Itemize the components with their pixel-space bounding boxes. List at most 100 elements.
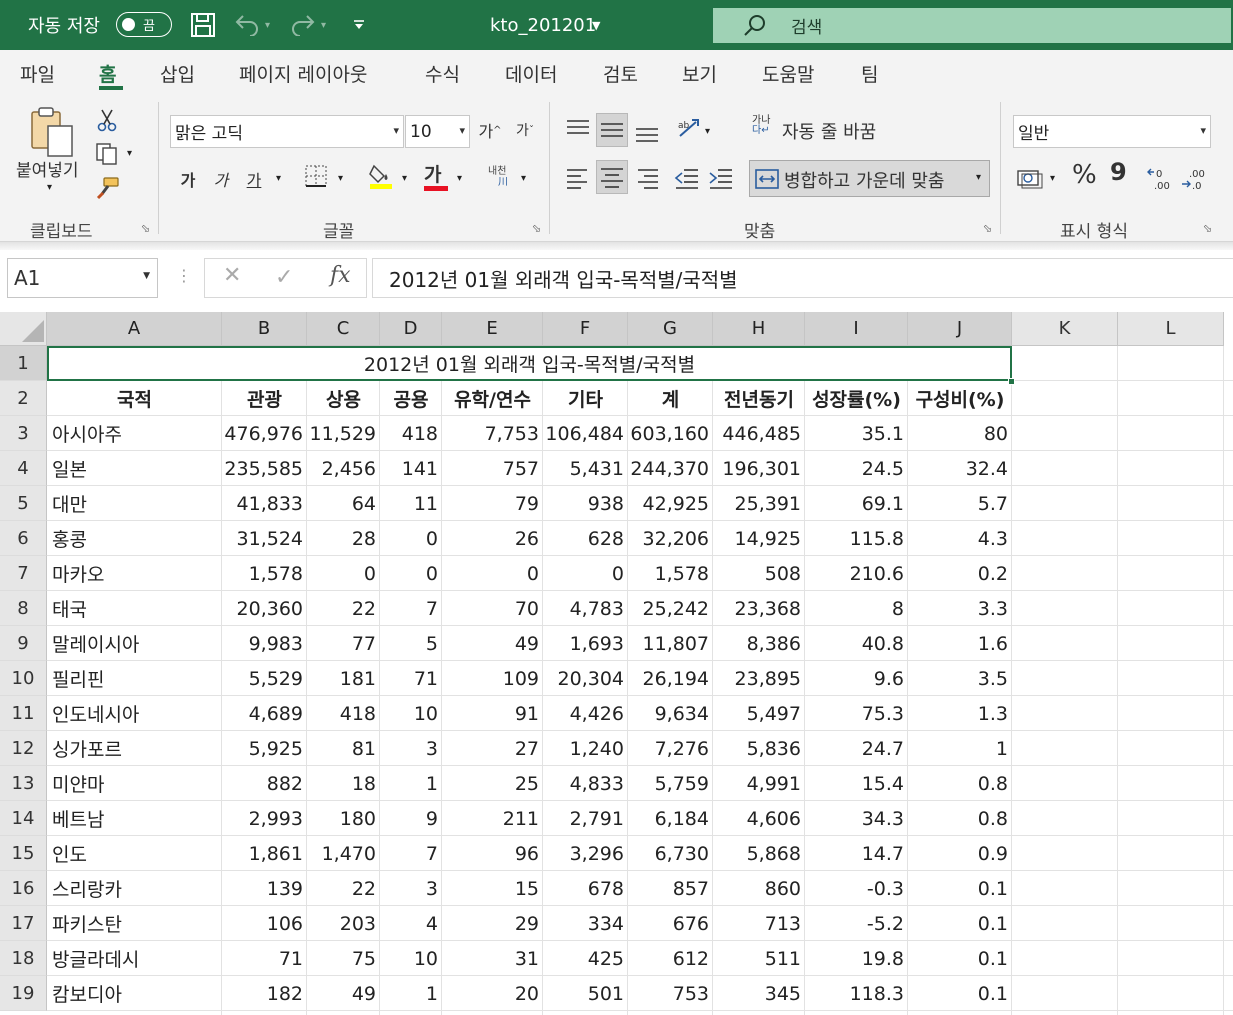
value-cell[interactable]: 11,529 (307, 416, 380, 451)
fill-handle[interactable] (1008, 378, 1015, 385)
value-cell[interactable]: 0.1 (908, 941, 1012, 976)
value-cell[interactable]: 1,693 (543, 626, 628, 661)
copy-icon[interactable] (95, 142, 121, 170)
value-cell[interactable]: 603,160 (628, 416, 713, 451)
value-cell[interactable]: 6,184 (628, 801, 713, 836)
font-color-button[interactable]: 가 (424, 160, 441, 187)
value-cell[interactable]: 0.8 (908, 766, 1012, 801)
value-cell[interactable]: 9,983 (222, 626, 307, 661)
value-cell[interactable]: 511 (713, 941, 805, 976)
wrap-text-icon[interactable]: 가나 다↵ (752, 116, 770, 136)
tab-page-layout[interactable]: 페이지 레이아웃 (239, 60, 367, 87)
value-cell[interactable]: 42,925 (628, 486, 713, 521)
search-box[interactable]: 검색 (713, 8, 1231, 43)
value-cell[interactable]: 1.3 (908, 696, 1012, 731)
value-cell[interactable]: 3,296 (543, 836, 628, 871)
redo-icon[interactable] (290, 0, 316, 50)
country-cell[interactable]: 스리랑카 (47, 871, 222, 906)
value-cell[interactable]: 118.3 (805, 976, 908, 1011)
country-cell[interactable]: 파키스탄 (47, 906, 222, 941)
row-header-13[interactable]: 13 (0, 766, 47, 801)
column-header-d[interactable]: D (380, 312, 442, 346)
phonetic-dropdown-icon[interactable]: ▾ (521, 173, 526, 184)
increase-decimal-icon[interactable]: 0.00 (1146, 166, 1174, 196)
value-cell[interactable]: 4.3 (908, 521, 1012, 556)
value-cell[interactable]: 476,976 (222, 416, 307, 451)
value-cell[interactable]: 4 (380, 906, 442, 941)
value-cell[interactable]: 22 (307, 591, 380, 626)
value-cell[interactable]: 32,206 (628, 521, 713, 556)
header-cell[interactable]: 국적 (47, 381, 222, 416)
value-cell[interactable]: 35.1 (805, 416, 908, 451)
country-cell[interactable]: 방글라데시 (47, 941, 222, 976)
value-cell[interactable]: 10 (380, 696, 442, 731)
country-cell[interactable]: 캄보디아 (47, 976, 222, 1011)
value-cell[interactable]: 77 (307, 626, 380, 661)
tab-help[interactable]: 도움말 (762, 60, 814, 87)
insert-function-icon[interactable]: fx (330, 263, 351, 288)
country-cell[interactable]: 미얀마 (47, 766, 222, 801)
value-cell[interactable]: 3 (380, 871, 442, 906)
value-cell[interactable]: 7,753 (442, 416, 543, 451)
value-cell[interactable]: 8,386 (713, 626, 805, 661)
country-cell[interactable]: 인도네시아 (47, 696, 222, 731)
increase-indent-icon[interactable] (708, 166, 734, 194)
font-color-dropdown-icon[interactable]: ▾ (457, 173, 462, 184)
value-cell[interactable]: 4,426 (543, 696, 628, 731)
value-cell[interactable]: 28 (307, 521, 380, 556)
country-cell[interactable]: 일본 (47, 451, 222, 486)
font-name-combo[interactable]: 맑은 고딕 ▾ (170, 115, 404, 148)
row-header-12[interactable]: 12 (0, 731, 47, 766)
fill-color-icon[interactable] (368, 162, 396, 194)
value-cell[interactable]: 4,833 (543, 766, 628, 801)
value-cell[interactable]: 6,730 (628, 836, 713, 871)
value-cell[interactable]: 753 (628, 976, 713, 1011)
tab-home[interactable]: 홈 (99, 60, 116, 87)
row-header-6[interactable]: 6 (0, 521, 47, 556)
value-cell[interactable]: 24.7 (805, 731, 908, 766)
number-launcher-icon[interactable]: ⬂ (1203, 222, 1212, 235)
column-header-k[interactable]: K (1012, 312, 1118, 346)
country-cell[interactable]: 말레이시아 (47, 626, 222, 661)
value-cell[interactable]: 9.6 (805, 661, 908, 696)
value-cell[interactable]: 4,606 (713, 801, 805, 836)
orientation-icon[interactable]: ab (676, 116, 704, 146)
value-cell[interactable]: 210.6 (805, 556, 908, 591)
header-cell[interactable]: 기타 (543, 381, 628, 416)
row-header-11[interactable]: 11 (0, 696, 47, 731)
row-header-7[interactable]: 7 (0, 556, 47, 591)
value-cell[interactable]: 70 (442, 591, 543, 626)
value-cell[interactable]: 25 (442, 766, 543, 801)
column-header-f[interactable]: F (543, 312, 628, 346)
value-cell[interactable]: 857 (628, 871, 713, 906)
value-cell[interactable]: 244,370 (628, 451, 713, 486)
merge-center-button[interactable]: 병합하고 가운데 맞춤 ▾ (749, 160, 990, 197)
value-cell[interactable]: 1,578 (628, 556, 713, 591)
value-cell[interactable]: 882 (222, 766, 307, 801)
header-cell[interactable]: 공용 (380, 381, 442, 416)
align-middle-icon[interactable] (596, 113, 628, 147)
value-cell[interactable]: 20 (442, 976, 543, 1011)
value-cell[interactable]: 5,431 (543, 451, 628, 486)
value-cell[interactable]: 25,242 (628, 591, 713, 626)
value-cell[interactable]: 64 (307, 486, 380, 521)
value-cell[interactable]: 0.9 (908, 836, 1012, 871)
value-cell[interactable]: 139 (222, 871, 307, 906)
value-cell[interactable]: 71 (380, 661, 442, 696)
value-cell[interactable]: 211 (442, 801, 543, 836)
formula-input[interactable]: 2012년 01월 외래객 입국-목적별/국적별 (372, 258, 1233, 298)
value-cell[interactable]: 22 (307, 871, 380, 906)
value-cell[interactable]: 235,585 (222, 451, 307, 486)
value-cell[interactable]: 31 (442, 941, 543, 976)
font-launcher-icon[interactable]: ⬂ (532, 222, 541, 235)
country-cell[interactable]: 홍콩 (47, 521, 222, 556)
value-cell[interactable]: 1,240 (543, 731, 628, 766)
copy-dropdown-icon[interactable]: ▾ (127, 148, 132, 159)
country-cell[interactable]: 베트남 (47, 801, 222, 836)
alignment-launcher-icon[interactable]: ⬂ (983, 222, 992, 235)
select-all-button[interactable] (0, 312, 47, 346)
row-header-15[interactable]: 15 (0, 836, 47, 871)
value-cell[interactable]: 4,689 (222, 696, 307, 731)
value-cell[interactable]: 0.2 (908, 556, 1012, 591)
value-cell[interactable]: 345 (713, 976, 805, 1011)
